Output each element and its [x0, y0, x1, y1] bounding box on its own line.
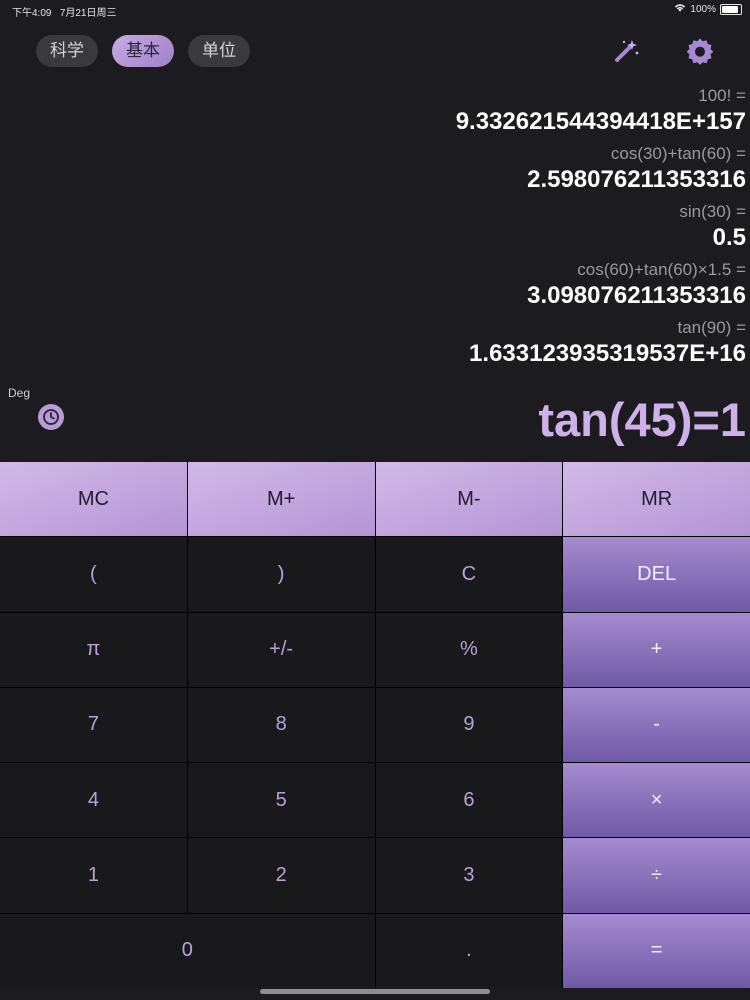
key-right-paren[interactable]: ): [187, 537, 375, 612]
tab-unit[interactable]: 单位: [188, 35, 250, 67]
key-pi[interactable]: π: [0, 612, 187, 687]
battery-percent: 100%: [690, 3, 716, 15]
status-right: 100%: [674, 3, 742, 15]
gear-icon[interactable]: [686, 37, 714, 65]
key-3[interactable]: 3: [375, 838, 563, 913]
key-delete[interactable]: DEL: [563, 537, 750, 612]
history-item[interactable]: cos(60)+tan(60)×1.5 = 3.098076211353316: [0, 259, 746, 311]
status-time-label: 下午4:09: [12, 8, 52, 19]
key-percent[interactable]: %: [375, 612, 563, 687]
key-divide[interactable]: ÷: [563, 838, 750, 913]
mode-tabs: 科学 基本 单位: [36, 35, 250, 67]
home-indicator: [260, 989, 490, 994]
clock-icon[interactable]: [38, 404, 64, 430]
wifi-icon: [674, 3, 686, 15]
key-0[interactable]: 0: [0, 913, 375, 988]
history-list[interactable]: 100! = 9.332621544394418E+157 cos(30)+ta…: [0, 85, 746, 383]
key-mr[interactable]: MR: [563, 462, 750, 537]
main-display: tan(45)=1: [538, 393, 746, 446]
key-clear[interactable]: C: [375, 537, 563, 612]
history-result: 1.633123935319537E+16: [469, 340, 746, 367]
magic-wand-icon[interactable]: [612, 37, 640, 65]
tab-basic[interactable]: 基本: [112, 35, 174, 67]
history-item[interactable]: 100! = 9.332621544394418E+157: [0, 85, 746, 137]
history-result: 0.5: [712, 224, 746, 251]
angle-mode-label[interactable]: Deg: [8, 386, 30, 400]
history-item[interactable]: sin(30) = 0.5: [0, 201, 746, 253]
status-bar: 下午4:09 7月21日周三 100%: [0, 0, 750, 19]
history-item[interactable]: tan(90) = 1.633123935319537E+16: [0, 317, 746, 369]
history-result: 2.598076211353316: [527, 166, 746, 193]
history-expression: sin(30) =: [679, 202, 746, 221]
history-expression: tan(90) =: [677, 318, 746, 337]
history-expression: 100! =: [698, 86, 746, 105]
key-sign[interactable]: +/-: [187, 612, 375, 687]
key-7[interactable]: 7: [0, 687, 187, 763]
key-1[interactable]: 1: [0, 838, 187, 913]
tab-scientific[interactable]: 科学: [36, 35, 98, 67]
key-mc[interactable]: MC: [0, 462, 187, 537]
battery-fill: [722, 5, 738, 13]
history-result: 3.098076211353316: [527, 282, 746, 309]
key-4[interactable]: 4: [0, 763, 187, 838]
history-result: 9.332621544394418E+157: [455, 108, 746, 135]
key-equals[interactable]: =: [563, 913, 750, 988]
status-time: 下午4:09 7月21日周三: [12, 4, 117, 19]
history-expression: cos(60)+tan(60)×1.5 =: [577, 260, 746, 279]
key-2[interactable]: 2: [187, 838, 375, 913]
history-item[interactable]: cos(30)+tan(60) = 2.598076211353316: [0, 143, 746, 195]
battery-icon: [720, 3, 742, 15]
key-decimal[interactable]: .: [375, 913, 563, 988]
key-m-minus[interactable]: M-: [375, 462, 563, 537]
key-6[interactable]: 6: [375, 763, 563, 838]
key-left-paren[interactable]: (: [0, 537, 187, 612]
key-multiply[interactable]: ×: [563, 763, 750, 838]
keypad: MC M+ M- MR ( ) C DEL π +/- % + 7 8 9 - …: [0, 462, 750, 988]
status-date-label: 7月21日周三: [59, 8, 117, 19]
key-minus[interactable]: -: [563, 687, 750, 763]
key-9[interactable]: 9: [375, 687, 563, 763]
key-m-plus[interactable]: M+: [187, 462, 375, 537]
key-plus[interactable]: +: [563, 612, 750, 687]
key-5[interactable]: 5: [187, 763, 375, 838]
history-expression: cos(30)+tan(60) =: [610, 144, 746, 163]
key-8[interactable]: 8: [187, 687, 375, 763]
